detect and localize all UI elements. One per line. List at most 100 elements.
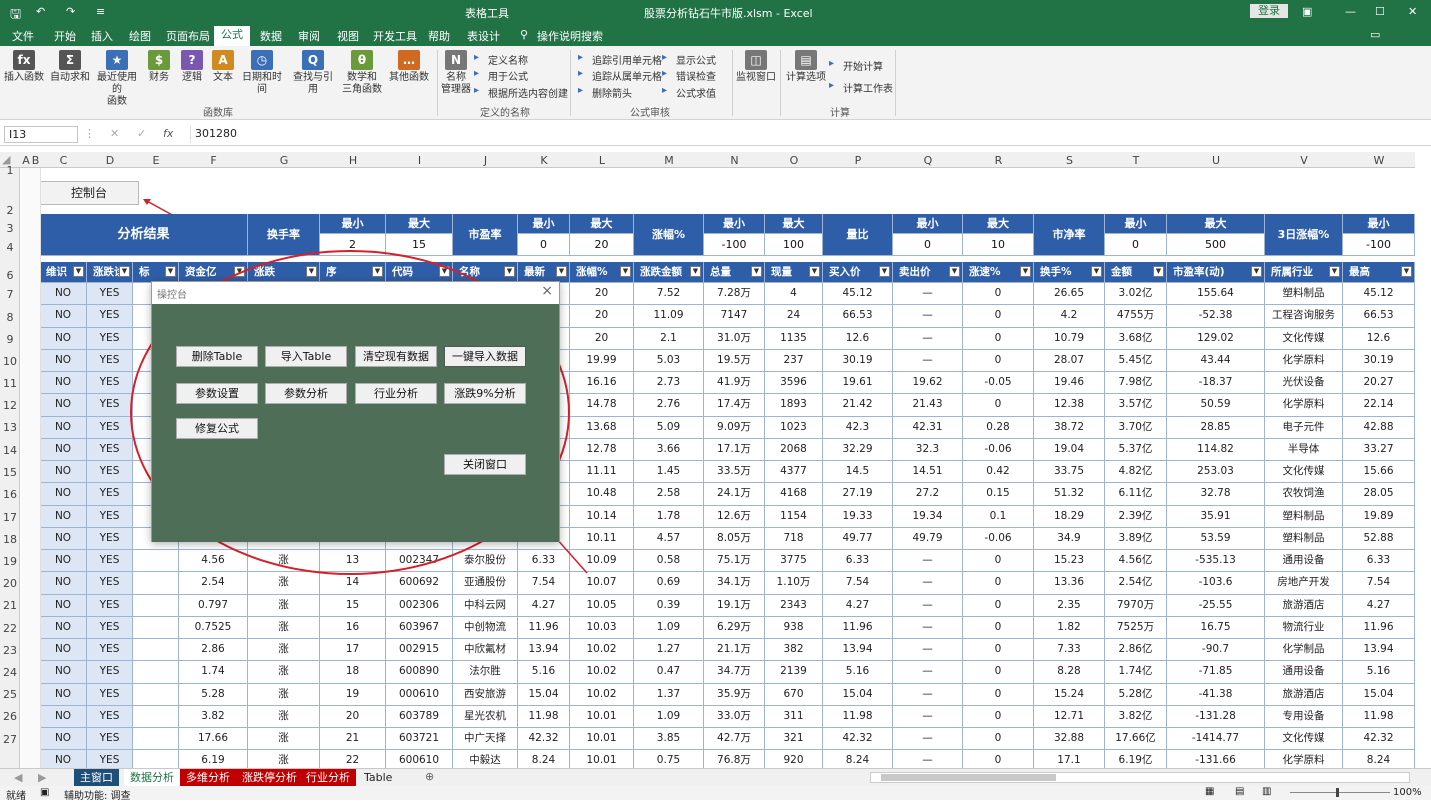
table-cell[interactable]: -25.55 <box>1167 594 1265 617</box>
table-cell[interactable]: — <box>893 639 963 662</box>
table-cell[interactable]: -535.13 <box>1167 550 1265 573</box>
table-cell[interactable]: 0.15 <box>963 483 1034 506</box>
table-cell[interactable]: 文化传媒 <box>1265 461 1343 484</box>
table-cell[interactable]: 42.31 <box>893 416 963 439</box>
filter-dropdown-icon[interactable]: ▼ <box>809 266 820 277</box>
col-header-O[interactable]: O <box>765 154 823 167</box>
table-cell[interactable]: 2.39亿 <box>1105 505 1167 528</box>
table-cell[interactable]: 6.29万 <box>704 616 765 639</box>
table-cell[interactable]: 4.27 <box>1343 594 1415 617</box>
table-cell[interactable]: 10.01 <box>570 705 634 728</box>
table-cell[interactable]: 155.64 <box>1167 283 1265 306</box>
table-cell[interactable]: 18.29 <box>1034 505 1105 528</box>
table-cell[interactable]: 3.68亿 <box>1105 327 1167 350</box>
table-cell[interactable]: 42.3 <box>823 416 893 439</box>
table-cell[interactable]: 6.33 <box>823 550 893 573</box>
row-header-4[interactable]: 4 <box>0 241 20 254</box>
table-cell[interactable]: 通用设备 <box>1265 661 1343 684</box>
table-header-13[interactable]: 买入价 ▼ <box>823 262 893 283</box>
table-cell[interactable]: NO <box>40 705 87 728</box>
table-cell[interactable]: 2.86 <box>179 639 248 662</box>
maximize-icon[interactable]: ☐ <box>1375 5 1385 18</box>
table-cell[interactable]: YES <box>87 483 133 506</box>
row-header-15[interactable]: 15 <box>0 466 20 479</box>
table-cell[interactable]: 16.75 <box>1167 616 1265 639</box>
table-cell[interactable]: 0 <box>963 394 1034 417</box>
dialog-button-3[interactable]: 一键导入数据 <box>444 346 526 367</box>
table-cell[interactable]: 10.03 <box>570 616 634 639</box>
table-cell[interactable]: 西安旅游 <box>453 683 518 706</box>
table-cell[interactable]: 11.96 <box>1343 616 1415 639</box>
table-cell[interactable]: — <box>893 572 963 595</box>
tab-next-icon[interactable]: ▶ <box>38 771 46 784</box>
table-cell[interactable]: 2343 <box>765 594 823 617</box>
sheet-tab-1[interactable]: 数据分析 <box>124 769 180 786</box>
table-cell[interactable]: -52.38 <box>1167 305 1265 328</box>
table-cell[interactable]: 1.74 <box>179 661 248 684</box>
table-cell[interactable]: 321 <box>765 728 823 751</box>
table-cell[interactable]: 17.1 <box>1034 750 1105 768</box>
table-header-12[interactable]: 现量 ▼ <box>765 262 823 283</box>
table-cell[interactable]: 亚通股份 <box>453 572 518 595</box>
table-cell[interactable]: 11.96 <box>823 616 893 639</box>
ribbon-remove-arrows[interactable]: 删除箭头 <box>592 85 632 100</box>
table-cell[interactable]: 涨 <box>248 594 320 617</box>
ribbon-calculate-now[interactable]: 开始计算 <box>843 58 883 73</box>
table-cell[interactable]: 0 <box>963 728 1034 751</box>
table-cell[interactable]: 1023 <box>765 416 823 439</box>
table-cell[interactable]: — <box>893 705 963 728</box>
table-cell[interactable]: 21.42 <box>823 394 893 417</box>
sheet-tab-0[interactable]: 主窗口 <box>74 769 119 786</box>
name-box[interactable]: I13 <box>4 126 78 143</box>
row-header-19[interactable]: 19 <box>0 555 20 568</box>
table-cell[interactable]: 8.28 <box>1034 661 1105 684</box>
row-header-7[interactable]: 7 <box>0 288 20 301</box>
table-cell[interactable] <box>133 550 179 573</box>
table-cell[interactable]: 41.9万 <box>704 372 765 395</box>
ribbon-btn-1[interactable]: Σ 自动求和 <box>50 50 90 84</box>
table-cell[interactable]: 半导体 <box>1265 438 1343 461</box>
table-cell[interactable]: 14.5 <box>823 461 893 484</box>
table-cell[interactable]: 5.09 <box>634 416 704 439</box>
table-cell[interactable]: 34.1万 <box>704 572 765 595</box>
ribbon-btn-12[interactable]: ▤ 计算选项 <box>786 50 826 84</box>
table-cell[interactable]: YES <box>87 639 133 662</box>
table-cell[interactable]: 1.78 <box>634 505 704 528</box>
table-header-16[interactable]: 换手% ▼ <box>1034 262 1105 283</box>
table-cell[interactable]: 16 <box>320 616 386 639</box>
table-cell[interactable]: 2.1 <box>634 327 704 350</box>
filter-dropdown-icon[interactable]: ▼ <box>504 266 515 277</box>
zoom-level[interactable]: 100% <box>1393 787 1422 798</box>
row-header-25[interactable]: 25 <box>0 688 20 701</box>
table-cell[interactable]: 19.1万 <box>704 594 765 617</box>
row-header-10[interactable]: 10 <box>0 355 20 368</box>
table-cell[interactable]: NO <box>40 283 87 306</box>
table-cell[interactable]: 2068 <box>765 438 823 461</box>
table-cell[interactable]: 7.28万 <box>704 283 765 306</box>
table-cell[interactable]: YES <box>87 661 133 684</box>
table-cell[interactable]: 0.1 <box>963 505 1034 528</box>
table-cell[interactable]: 15.04 <box>1343 683 1415 706</box>
filter-dropdown-icon[interactable]: ▼ <box>879 266 890 277</box>
table-cell[interactable]: 0 <box>963 550 1034 573</box>
table-cell[interactable]: -131.28 <box>1167 705 1265 728</box>
table-cell[interactable]: 3.70亿 <box>1105 416 1167 439</box>
table-cell[interactable]: 45.12 <box>1343 283 1415 306</box>
zoom-slider-thumb[interactable] <box>1336 788 1339 797</box>
col-header-D[interactable]: D <box>87 154 133 167</box>
table-cell[interactable]: -103.6 <box>1167 572 1265 595</box>
table-cell[interactable]: 10.01 <box>570 728 634 751</box>
table-cell[interactable]: 涨 <box>248 750 320 768</box>
tab-prev-icon[interactable]: ◀ <box>14 771 22 784</box>
table-cell[interactable]: 塑料制品 <box>1265 283 1343 306</box>
table-header-8[interactable]: 最新 ▼ <box>518 262 570 283</box>
ribbon-btn-11[interactable]: ◫ 监视窗口 <box>735 50 777 84</box>
table-cell[interactable]: 0 <box>963 683 1034 706</box>
table-header-0[interactable]: 维识 ▼ <box>40 262 87 283</box>
table-cell[interactable]: 中科云网 <box>453 594 518 617</box>
table-cell[interactable]: 24.1万 <box>704 483 765 506</box>
table-cell[interactable]: 4.56亿 <box>1105 550 1167 573</box>
col-header-A[interactable]: A <box>21 154 31 167</box>
table-cell[interactable]: 11.96 <box>518 616 570 639</box>
table-cell[interactable]: 0 <box>963 594 1034 617</box>
